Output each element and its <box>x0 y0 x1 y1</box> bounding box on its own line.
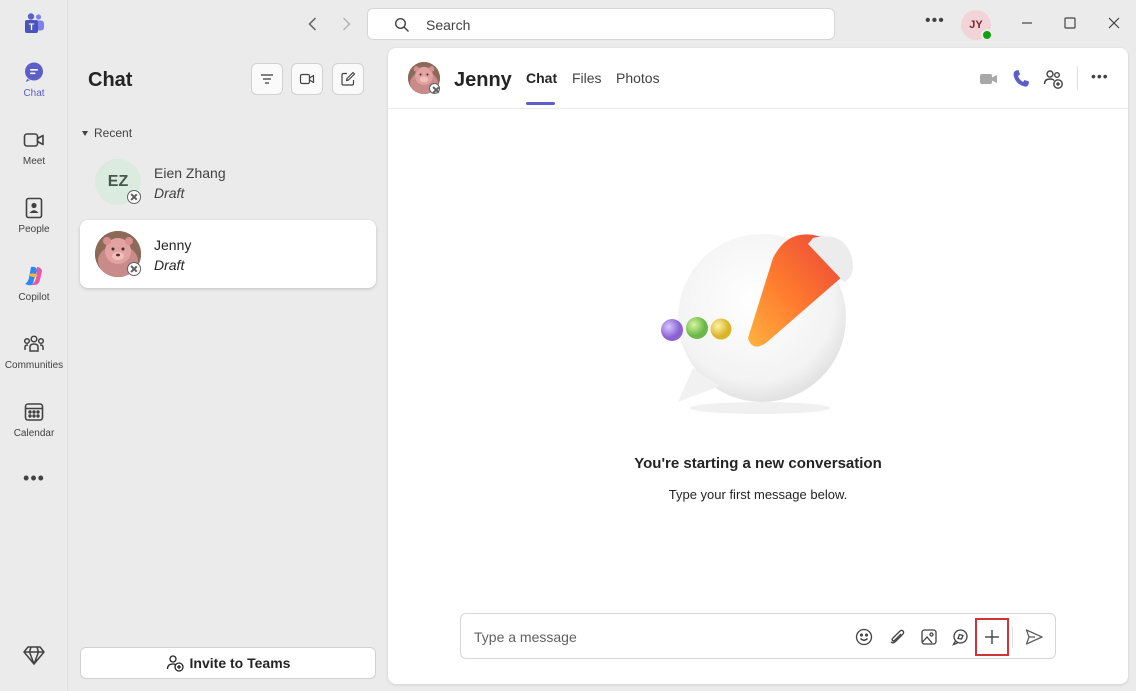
rail-label-calendar: Calendar <box>13 428 55 439</box>
copilot-icon <box>25 266 42 286</box>
people-icon <box>25 197 43 219</box>
compose-icon <box>341 71 356 86</box>
more-actions-plus-button[interactable] <box>975 618 1009 656</box>
search-input[interactable] <box>426 15 806 35</box>
empty-state-subtitle: Type your first message below. <box>668 487 848 502</box>
presence-available-icon <box>981 29 993 41</box>
phone-call-icon[interactable] <box>1009 67 1033 91</box>
filter-icon <box>261 74 273 84</box>
conversation-pane: Jenny Chat Files Photos ••• You're start… <box>388 48 1128 684</box>
recent-section-label: Recent <box>94 126 133 140</box>
avatar-initials: EZ <box>107 173 129 190</box>
search-box[interactable] <box>367 8 835 40</box>
invite-label: Invite to Teams <box>189 655 291 671</box>
maximize-icon[interactable] <box>1059 12 1081 34</box>
conversation-item-eien-zhang[interactable]: EZ Eien Zhang Draft <box>80 148 376 216</box>
rail-item-meet[interactable]: Meet <box>0 128 68 188</box>
rail-label-people: People <box>18 224 50 235</box>
message-input[interactable] <box>474 627 834 647</box>
app-rail: T Chat Meet People Copilot Communities C… <box>0 0 68 691</box>
chat-list-title: Chat <box>88 69 133 91</box>
user-initials: JY <box>969 19 983 31</box>
rail-item-people[interactable]: People <box>0 196 68 256</box>
rail-label-copilot: Copilot <box>18 292 50 303</box>
tab-chat[interactable]: Chat <box>526 70 557 86</box>
forward-arrow-icon[interactable] <box>334 12 358 36</box>
calendar-icon <box>24 403 44 421</box>
new-conversation-illustration <box>661 234 853 414</box>
new-chat-button[interactable] <box>332 63 364 95</box>
chat-list-panel: Chat Recent EZ Eien Zhang Draft Jenny Dr… <box>68 48 388 691</box>
minimize-icon[interactable] <box>1016 12 1038 34</box>
settings-more-button[interactable]: ••• <box>925 12 947 36</box>
conversation-header: Jenny Chat Files Photos ••• <box>388 48 1128 109</box>
teams-logo-icon[interactable]: T <box>22 12 46 36</box>
add-person-icon <box>166 655 184 672</box>
empty-state-title: You're starting a new conversation <box>634 455 882 472</box>
user-avatar[interactable]: JY <box>961 10 993 41</box>
video-call-icon[interactable] <box>977 67 1001 91</box>
rail-item-calendar[interactable]: Calendar <box>0 400 68 460</box>
loop-compose-icon[interactable] <box>950 627 970 647</box>
conversation-preview: Draft <box>154 185 185 201</box>
presence-offline-icon <box>127 190 141 204</box>
close-window-icon[interactable] <box>1103 12 1125 34</box>
header-divider <box>1077 66 1078 90</box>
presence-offline-icon <box>127 262 141 276</box>
recent-section-toggle[interactable]: Recent <box>82 126 132 140</box>
conversation-name: Eien Zhang <box>154 165 226 181</box>
tab-files[interactable]: Files <box>572 70 602 86</box>
add-people-icon[interactable] <box>1041 67 1065 91</box>
search-icon <box>394 17 409 32</box>
image-icon[interactable] <box>919 627 939 647</box>
message-composer[interactable] <box>460 613 1056 659</box>
conversation-name: Jenny <box>154 237 192 253</box>
premium-diamond-icon[interactable] <box>22 643 46 667</box>
presence-offline-icon <box>429 83 440 94</box>
back-arrow-icon[interactable] <box>301 12 325 36</box>
plus-icon <box>985 630 999 644</box>
conversation-title: Jenny <box>454 69 512 91</box>
rail-label-communities: Communities <box>4 360 64 371</box>
svg-text:T: T <box>29 22 35 32</box>
active-tab-indicator <box>526 102 555 105</box>
composer-divider <box>1012 626 1013 648</box>
attach-file-icon[interactable] <box>887 627 907 647</box>
emoji-icon[interactable] <box>854 627 874 647</box>
more-apps-button[interactable]: ••• <box>22 469 46 492</box>
send-icon[interactable] <box>1024 627 1044 647</box>
meet-now-button[interactable] <box>291 63 323 95</box>
conversation-item-jenny[interactable]: Jenny Draft <box>80 220 376 288</box>
rail-item-chat[interactable]: Chat <box>0 60 68 120</box>
communities-icon <box>23 335 45 352</box>
tab-photos[interactable]: Photos <box>616 70 660 86</box>
caret-down-icon <box>82 131 88 137</box>
conversation-preview: Draft <box>154 257 185 273</box>
chat-icon <box>25 62 43 82</box>
rail-item-copilot[interactable]: Copilot <box>0 264 68 324</box>
video-icon <box>23 133 44 147</box>
video-icon <box>299 73 315 85</box>
invite-to-teams-button[interactable]: Invite to Teams <box>80 647 376 679</box>
filter-button[interactable] <box>251 63 283 95</box>
rail-label-meet: Meet <box>22 156 46 167</box>
more-options-button[interactable]: ••• <box>1091 68 1115 92</box>
rail-item-communities[interactable]: Communities <box>0 332 68 392</box>
rail-label-chat: Chat <box>23 88 45 99</box>
